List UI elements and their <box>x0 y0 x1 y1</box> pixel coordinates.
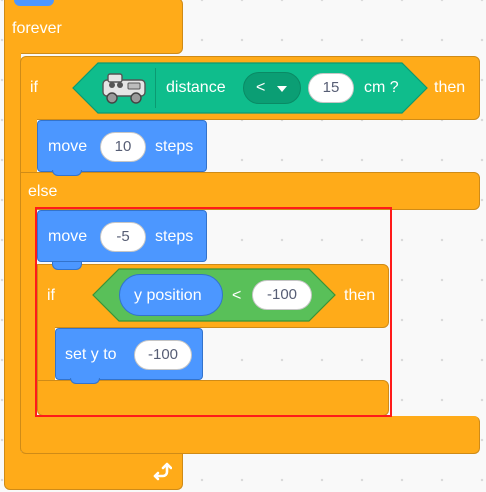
robot-car-sensor-icon <box>102 73 146 104</box>
icon-separator <box>155 68 156 108</box>
y-position-reporter[interactable]: y position <box>119 274 223 316</box>
set-y-input[interactable]: -100 <box>134 340 192 370</box>
if-else-block-foot[interactable] <box>20 416 480 454</box>
distance-value-input[interactable]: 15 <box>308 73 354 103</box>
steps-label: steps <box>155 138 194 155</box>
unit-label: cm ? <box>364 79 399 96</box>
move-steps-input[interactable]: 10 <box>100 132 146 162</box>
steps-label: steps <box>155 228 194 245</box>
block-tab <box>52 262 82 270</box>
if-else-block-arm-bottom[interactable] <box>20 202 37 424</box>
then-label: then <box>434 79 466 96</box>
move-label: move <box>48 138 88 155</box>
operator-dropdown-value: < <box>256 79 266 96</box>
if-label: if <box>30 79 38 96</box>
previous-block-tab <box>14 0 54 6</box>
else-bar[interactable] <box>20 172 480 210</box>
block-tab <box>70 378 100 384</box>
if-label: if <box>47 287 55 304</box>
forever-label: forever <box>12 20 62 37</box>
operator-dropdown[interactable]: < <box>243 72 301 104</box>
set-y-label: set y to <box>65 346 117 363</box>
move-steps-input[interactable]: -5 <box>100 222 146 252</box>
else-label: else <box>28 183 58 200</box>
less-than-operator: < <box>232 287 242 304</box>
chevron-down-icon <box>277 86 287 92</box>
then-label: then <box>344 287 376 304</box>
block-tab <box>52 170 82 176</box>
if-block-foot[interactable] <box>37 380 389 416</box>
y-compare-input[interactable]: -100 <box>252 280 312 310</box>
y-position-label: y position <box>134 287 202 304</box>
move-label: move <box>48 228 88 245</box>
distance-label: distance <box>166 79 226 96</box>
loop-arrow-icon <box>153 462 172 481</box>
forever-block-arm[interactable] <box>4 40 21 460</box>
